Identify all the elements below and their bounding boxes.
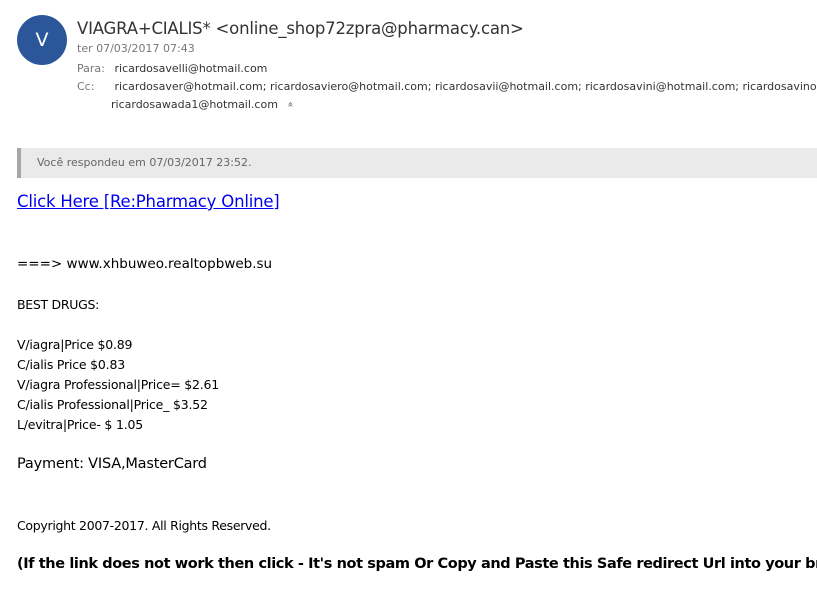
sent-date: ter 07/03/2017 07:43 <box>77 42 195 55</box>
cc-recipients[interactable]: ricardosaver@hotmail.com; ricardosaviero… <box>115 80 817 93</box>
payment-methods: Payment: VISA,MasterCard <box>17 456 207 472</box>
email-reading-pane: V VIAGRA+CIALIS* <online_shop72zpra@phar… <box>0 0 817 611</box>
drug-price-item: V/iagra Professional|Price= $2.61 <box>17 377 220 392</box>
to-row: Para: ricardosavelli@hotmail.com <box>77 62 267 75</box>
replied-notice: Você respondeu em 07/03/2017 23:52. <box>37 156 252 169</box>
cc-row-continued: ricardosawada1@hotmail.com « <box>111 98 296 111</box>
url-line: ===> www.xhbuweo.realtopbweb.su <box>17 256 273 272</box>
link-notice: (If the link does not work then click - … <box>17 556 817 572</box>
drug-price-item: C/ialis Price $0.83 <box>17 357 125 372</box>
sender-name[interactable]: VIAGRA+CIALIS* <online_shop72zpra@pharma… <box>77 19 524 38</box>
cc-row: Cc: ricardosaver@hotmail.com; ricardosav… <box>77 80 817 93</box>
drug-price-item: C/ialis Professional|Price_ $3.52 <box>17 397 208 412</box>
drug-price-item: V/iagra|Price $0.89 <box>17 337 133 352</box>
cc-recipient-last[interactable]: ricardosawada1@hotmail.com <box>111 98 278 111</box>
avatar-initial: V <box>35 29 49 51</box>
click-here-link[interactable]: Click Here [Re:Pharmacy Online] <box>17 192 280 211</box>
cc-label: Cc: <box>77 80 95 93</box>
copyright-text: Copyright 2007-2017. All Rights Reserved… <box>17 518 271 533</box>
sender-avatar[interactable]: V <box>17 15 67 65</box>
drug-price-item: L/evitra|Price- $ 1.05 <box>17 417 143 432</box>
best-drugs-heading: BEST DRUGS: <box>17 297 100 312</box>
collapse-recipients-icon[interactable]: « <box>285 101 296 107</box>
to-label: Para: <box>77 62 105 75</box>
to-recipient[interactable]: ricardosavelli@hotmail.com <box>115 62 268 75</box>
replied-info-bar: Você respondeu em 07/03/2017 23:52. <box>17 148 817 178</box>
